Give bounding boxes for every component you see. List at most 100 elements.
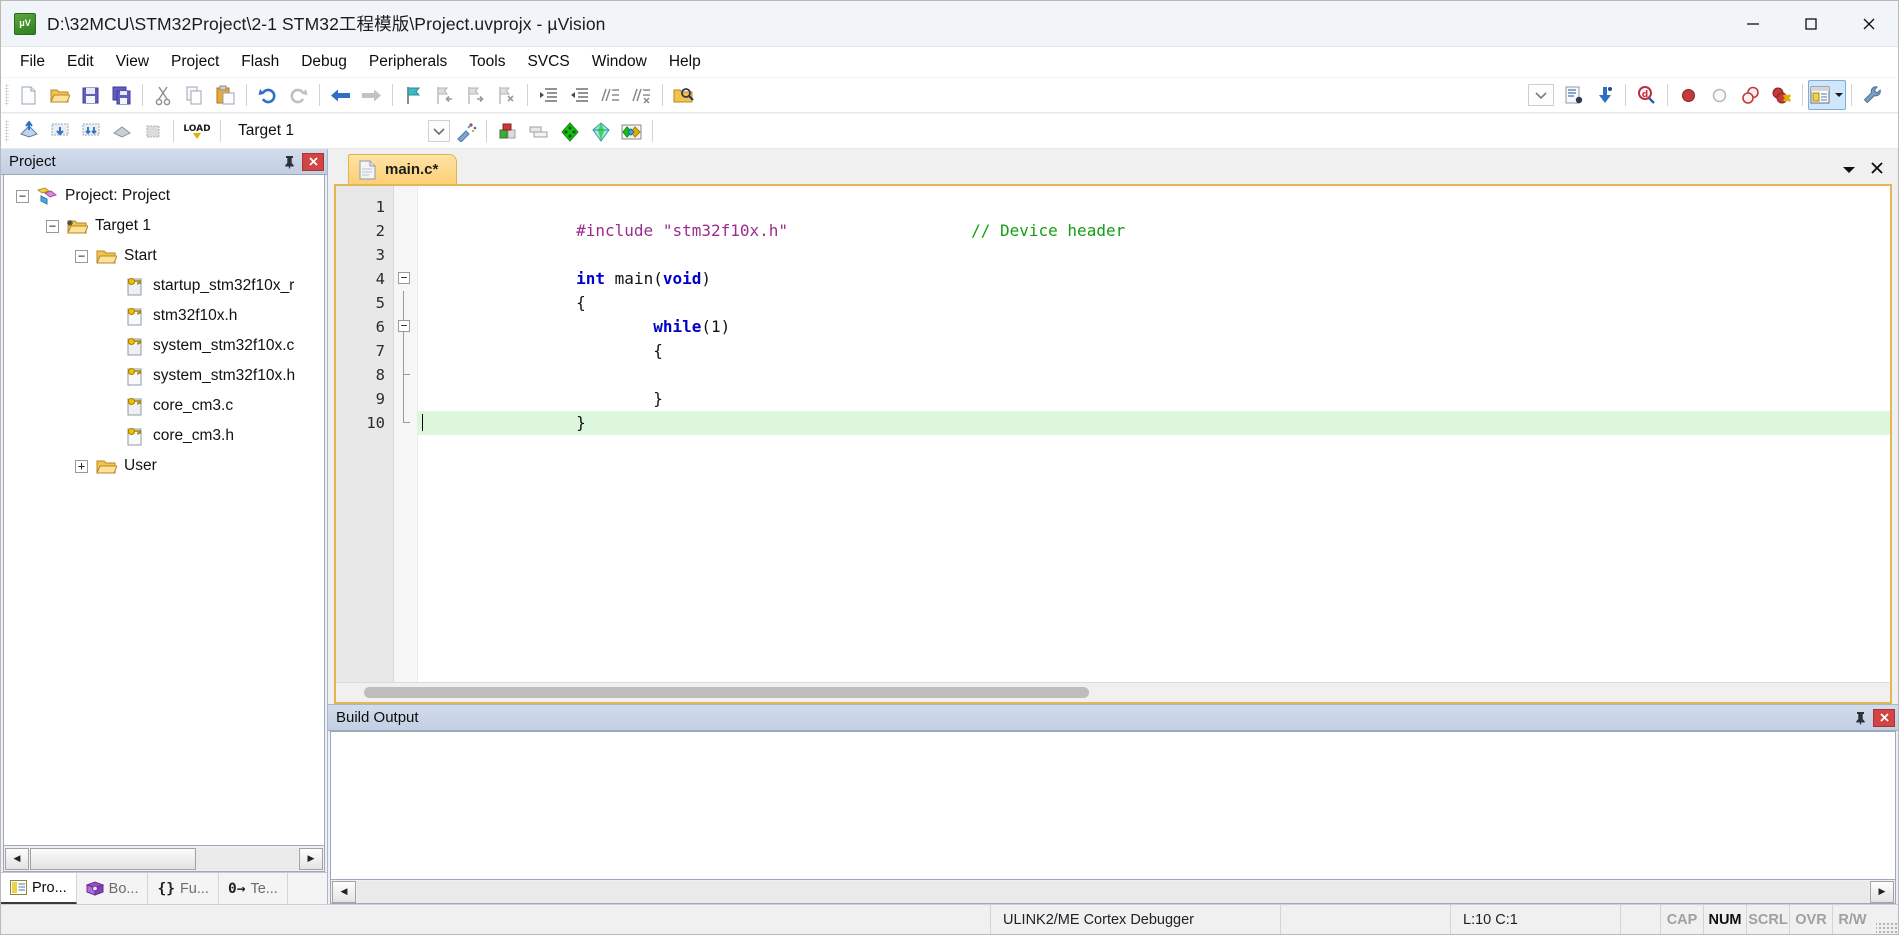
menu-window[interactable]: Window (581, 49, 658, 75)
code-text[interactable]: #include "stm32f10x.h" // Device header … (418, 186, 1890, 682)
tab-functions[interactable]: {} Fu... (148, 873, 219, 904)
toolbar-grip[interactable] (5, 120, 9, 142)
scrollbar-track[interactable] (357, 880, 1869, 903)
download-load-icon[interactable]: LOAD (179, 116, 215, 146)
cut-icon[interactable] (148, 80, 179, 110)
tree-node-file[interactable]: core_cm3.h (4, 421, 324, 451)
close-button[interactable] (1840, 1, 1898, 46)
project-tree[interactable]: − Project: Project − Target 1 − Start st… (3, 175, 325, 846)
expander-expand-icon[interactable]: + (75, 459, 88, 473)
pin-icon[interactable] (1851, 709, 1869, 727)
code-hscrollbar[interactable] (336, 682, 1890, 702)
code-editor[interactable]: 1 2 3 4 5 6 7 8 9 10 − − #include "stm32… (334, 184, 1892, 704)
save-all-icon[interactable] (106, 80, 137, 110)
menu-file[interactable]: File (9, 49, 56, 75)
uncomment-icon[interactable] (626, 80, 657, 110)
options-target-icon[interactable] (450, 116, 481, 146)
scroll-right-button[interactable]: ▶ (299, 847, 323, 870)
find-in-files-icon[interactable] (668, 80, 699, 110)
tab-project[interactable]: Pro... (1, 873, 77, 904)
pin-icon[interactable] (280, 153, 298, 171)
resize-grip[interactable] (1876, 922, 1898, 934)
breakpoint-insert-icon[interactable] (1673, 80, 1704, 110)
menu-peripherals[interactable]: Peripherals (358, 49, 458, 75)
manage-multi-project-icon[interactable] (523, 116, 554, 146)
scrollbar-thumb[interactable] (364, 687, 1089, 698)
bookmark-prev-icon[interactable] (429, 80, 460, 110)
code-inner[interactable]: 1 2 3 4 5 6 7 8 9 10 − − #include "stm32… (336, 186, 1890, 682)
bookmark-clear-icon[interactable] (491, 80, 522, 110)
stop-build-icon[interactable] (137, 116, 168, 146)
menu-flash[interactable]: Flash (230, 49, 290, 75)
build-output-hscrollbar[interactable]: ◀ ▶ (330, 880, 1896, 904)
tree-node-file[interactable]: system_stm32f10x.c (4, 331, 324, 361)
target-selector[interactable]: Target 1 (238, 122, 418, 140)
find-icon[interactable]: d (1631, 80, 1662, 110)
manage-components-icon[interactable] (554, 116, 585, 146)
chevron-down-icon[interactable] (1842, 162, 1856, 178)
rebuild-all-icon[interactable] (75, 116, 106, 146)
chevron-down-icon[interactable] (428, 120, 450, 142)
scrollbar-thumb[interactable] (30, 847, 197, 870)
outdent-icon[interactable] (564, 80, 595, 110)
fold-collapse-icon[interactable]: − (398, 320, 410, 332)
toolbar-grip[interactable] (5, 84, 9, 106)
menu-tools[interactable]: Tools (458, 49, 516, 75)
scrollbar-track[interactable] (30, 847, 298, 870)
code-line-3[interactable]: int main(void) (418, 243, 1890, 288)
paste-icon[interactable] (210, 80, 241, 110)
build-output-text[interactable] (330, 731, 1896, 880)
menu-help[interactable]: Help (658, 49, 712, 75)
navigate-forward-icon[interactable] (356, 80, 387, 110)
tree-node-file[interactable]: system_stm32f10x.h (4, 361, 324, 391)
code-line-10[interactable] (418, 411, 1890, 435)
batch-build-icon[interactable] (106, 116, 137, 146)
bookmark-toggle-icon[interactable] (398, 80, 429, 110)
insert-download-icon[interactable] (1589, 80, 1620, 110)
build-target-icon[interactable] (44, 116, 75, 146)
code-line-1[interactable]: #include "stm32f10x.h" // Device header (418, 195, 1890, 240)
menu-svcs[interactable]: SVCS (516, 49, 580, 75)
close-icon[interactable] (1870, 161, 1884, 178)
manage-runtime-icon[interactable] (492, 116, 523, 146)
breakpoint-disable-all-icon[interactable] (1735, 80, 1766, 110)
menu-edit[interactable]: Edit (56, 49, 105, 75)
tree-node-file[interactable]: startup_stm32f10x_r (4, 271, 324, 301)
save-icon[interactable] (75, 80, 106, 110)
navigate-back-icon[interactable] (325, 80, 356, 110)
breakpoint-disable-icon[interactable] (1704, 80, 1735, 110)
maximize-button[interactable] (1782, 1, 1840, 46)
bookmark-next-icon[interactable] (460, 80, 491, 110)
code-line-8[interactable]: } (418, 363, 1890, 408)
document-tab-main-c[interactable]: main.c* (348, 154, 458, 184)
search-combo-dropdown[interactable] (1528, 84, 1554, 106)
indent-icon[interactable] (533, 80, 564, 110)
bookmark-list-icon[interactable] (1558, 80, 1589, 110)
tree-node-group-start[interactable]: − Start (4, 241, 324, 271)
tree-node-project[interactable]: − Project: Project (4, 181, 324, 211)
minimize-button[interactable] (1724, 1, 1782, 46)
scroll-left-button[interactable]: ◀ (5, 847, 29, 870)
scroll-right-button[interactable]: ▶ (1870, 880, 1894, 903)
breakpoint-kill-all-icon[interactable] (1766, 80, 1797, 110)
menu-project[interactable]: Project (160, 49, 230, 75)
undo-icon[interactable] (252, 80, 283, 110)
fold-row[interactable]: − (394, 315, 417, 339)
comment-icon[interactable] (595, 80, 626, 110)
project-tree-hscrollbar[interactable]: ◀ ▶ (3, 846, 325, 872)
tree-node-group-user[interactable]: + User (4, 451, 324, 481)
close-icon[interactable] (302, 152, 324, 171)
translate-file-icon[interactable] (13, 116, 44, 146)
redo-icon[interactable] (283, 80, 314, 110)
code-line-5[interactable]: while(1) (418, 291, 1890, 336)
tab-templates[interactable]: 0→ Te... (219, 873, 288, 904)
expander-collapse-icon[interactable]: − (75, 249, 88, 263)
configure-icon[interactable] (1857, 80, 1888, 110)
fold-row[interactable]: − (394, 267, 417, 291)
menu-view[interactable]: View (105, 49, 160, 75)
close-icon[interactable] (1873, 708, 1895, 727)
expander-collapse-icon[interactable]: − (46, 219, 59, 233)
tree-node-file[interactable]: stm32f10x.h (4, 301, 324, 331)
open-file-icon[interactable] (44, 80, 75, 110)
expander-collapse-icon[interactable]: − (16, 189, 29, 203)
